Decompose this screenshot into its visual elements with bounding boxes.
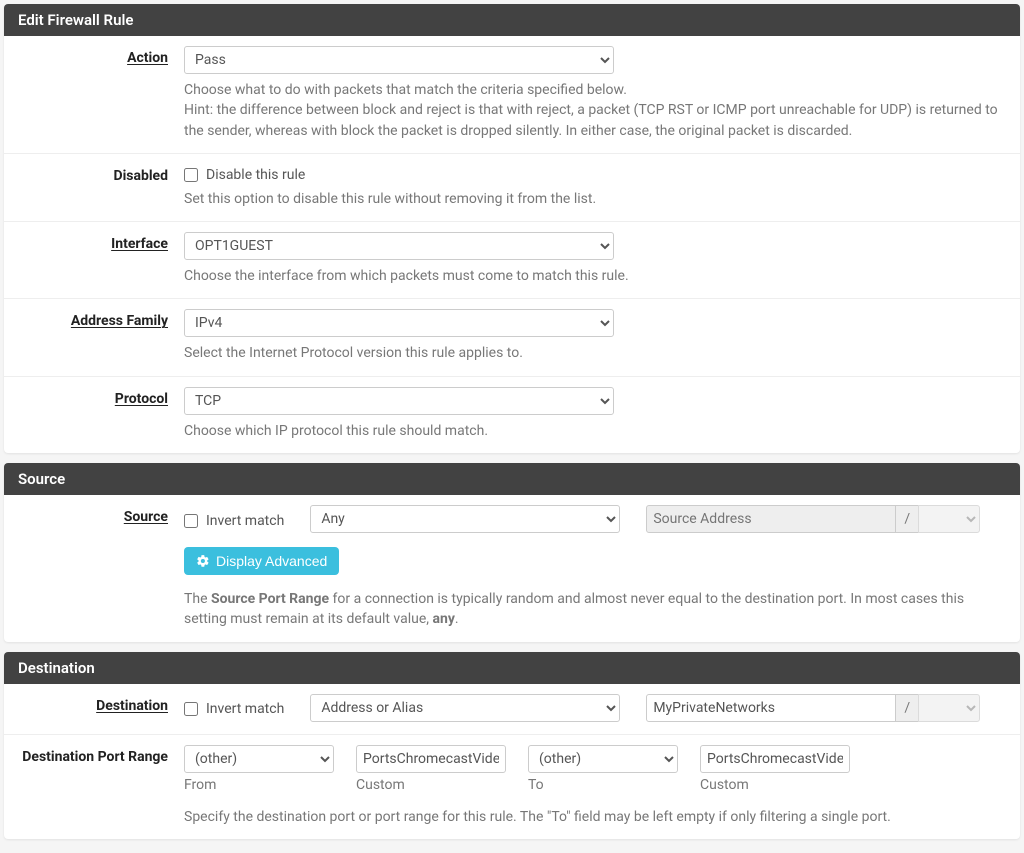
row-destination: Destination Invert match Address or Alia… [4,684,1020,735]
select-dport-from[interactable]: (other) [184,745,334,773]
label-source: Source [16,505,184,630]
label-destination: Destination [16,694,184,722]
label-action: Action [16,46,184,141]
select-source-type[interactable]: Any [310,505,620,533]
help-action: Choose what to do with packets that matc… [184,80,1004,141]
help-dport: Specify the destination port or port ran… [184,807,1004,827]
destination-address-group: / [646,694,980,722]
panel-edit-title: Edit Firewall Rule [4,4,1020,36]
checkbox-source-invert[interactable]: Invert match [184,510,284,529]
input-destination-address[interactable] [646,694,896,722]
input-dport-from-custom[interactable] [356,745,506,773]
help-interface: Choose the interface from which packets … [184,266,1004,286]
help-source: The Source Port Range for a connection i… [184,589,1004,630]
row-source: Source Invert match Any / Display Advan [4,495,1020,642]
checkbox-disable-input[interactable] [184,168,198,182]
select-dport-to[interactable]: (other) [528,745,678,773]
select-source-mask [918,505,980,533]
checkbox-destination-invert[interactable]: Invert match [184,698,284,717]
row-destination-port-range: Destination Port Range (other) From Cust… [4,735,1020,839]
select-destination-mask [918,694,980,722]
help-protocol: Choose which IP protocol this rule shoul… [184,421,1004,441]
destination-slash: / [896,694,918,722]
input-dport-to-custom[interactable] [700,745,850,773]
source-address-group: / [646,505,980,533]
label-address-family: Address Family [16,309,184,363]
source-slash: / [896,505,918,533]
label-interface: Interface [16,232,184,286]
label-protocol: Protocol [16,387,184,441]
sublabel-custom1: Custom [356,777,506,793]
help-disabled: Set this option to disable this rule wit… [184,189,1004,209]
label-disabled: Disabled [16,164,184,209]
panel-source-title: Source [4,463,1020,495]
select-address-family[interactable]: IPv4 [184,309,614,337]
sublabel-to: To [528,777,678,793]
row-disabled: Disabled Disable this rule Set this opti… [4,154,1020,222]
button-display-advanced[interactable]: Display Advanced [184,547,339,575]
select-protocol[interactable]: TCP [184,387,614,415]
panel-source: Source Source Invert match Any / [4,463,1020,642]
gear-icon [196,554,210,568]
select-destination-type[interactable]: Address or Alias [310,694,620,722]
panel-destination: Destination Destination Invert match Add… [4,652,1020,839]
row-address-family: Address Family IPv4 Select the Internet … [4,299,1020,376]
select-action[interactable]: Pass [184,46,614,74]
row-action: Action Pass Choose what to do with packe… [4,36,1020,154]
checkbox-disable-rule[interactable]: Disable this rule [184,164,1008,183]
panel-edit-firewall-rule: Edit Firewall Rule Action Pass Choose wh… [4,4,1020,453]
checkbox-source-invert-input[interactable] [184,514,198,528]
sublabel-from: From [184,777,334,793]
sublabel-custom2: Custom [700,777,850,793]
panel-destination-title: Destination [4,652,1020,684]
input-source-address [646,505,896,533]
row-interface: Interface OPT1GUEST Choose the interface… [4,222,1020,299]
checkbox-destination-invert-input[interactable] [184,702,198,716]
help-address-family: Select the Internet Protocol version thi… [184,343,1004,363]
label-destination-port-range: Destination Port Range [16,745,184,827]
row-protocol: Protocol TCP Choose which IP protocol th… [4,377,1020,453]
select-interface[interactable]: OPT1GUEST [184,232,614,260]
